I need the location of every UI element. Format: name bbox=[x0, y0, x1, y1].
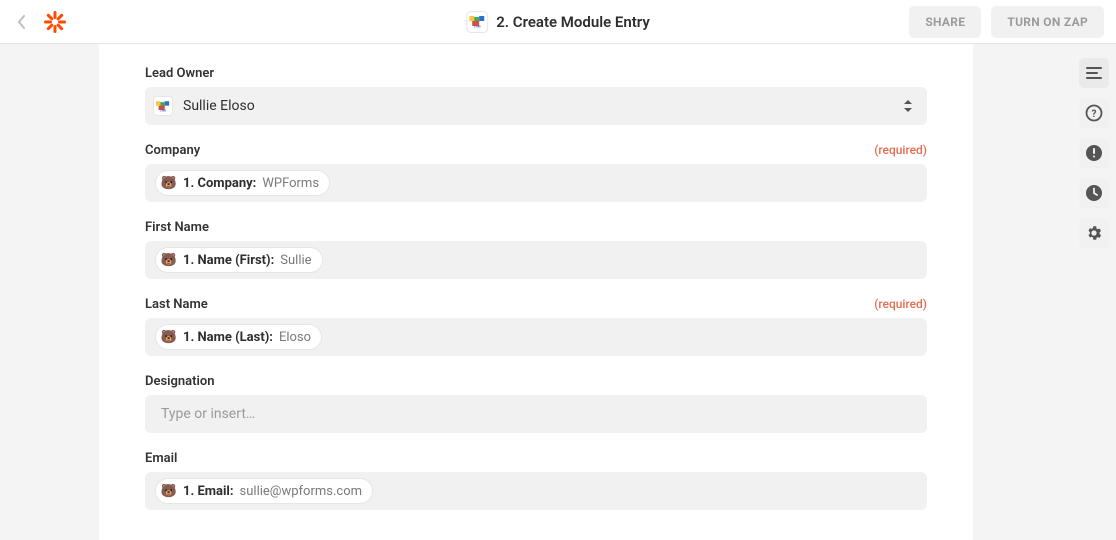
first-name-input[interactable]: 🐻 1. Name (First): Sullie bbox=[145, 241, 927, 279]
field-email: Email 🐻 1. Email: sullie@wpforms.com bbox=[145, 451, 927, 510]
turn-on-zap-label: TURN ON ZAP bbox=[1007, 15, 1088, 29]
field-lead-owner: Lead Owner CRM Sullie Eloso bbox=[145, 66, 927, 125]
rail-alerts-button[interactable] bbox=[1079, 138, 1109, 168]
chevron-left-icon bbox=[17, 15, 27, 29]
last-name-input[interactable]: 🐻 1. Name (Last): Eloso bbox=[145, 318, 927, 356]
field-token[interactable]: 🐻 1. Email: sullie@wpforms.com bbox=[155, 478, 373, 504]
field-first-name: First Name 🐻 1. Name (First): Sullie bbox=[145, 220, 927, 279]
field-label: Lead Owner bbox=[145, 66, 214, 81]
token-value: sullie@wpforms.com bbox=[240, 484, 363, 499]
wpforms-source-icon: 🐻 bbox=[161, 175, 177, 191]
token-value: Eloso bbox=[279, 330, 311, 345]
wpforms-source-icon: 🐻 bbox=[161, 329, 177, 345]
svg-text:?: ? bbox=[1092, 109, 1097, 120]
token-label: 1. Name (First): bbox=[183, 253, 274, 268]
designation-input[interactable]: Type or insert… bbox=[145, 395, 927, 433]
token-label: 1. Name (Last): bbox=[183, 330, 273, 345]
lead-owner-select[interactable]: CRM Sullie Eloso bbox=[145, 87, 927, 125]
required-badge: (required) bbox=[874, 143, 927, 157]
help-icon: ? bbox=[1085, 104, 1103, 122]
sort-icon bbox=[903, 99, 913, 113]
rail-help-button[interactable]: ? bbox=[1079, 98, 1109, 128]
svg-text:CRM: CRM bbox=[160, 108, 166, 112]
svg-text:CRM: CRM bbox=[474, 24, 481, 28]
token-label: 1. Email: bbox=[183, 484, 234, 499]
wpforms-source-icon: 🐻 bbox=[161, 483, 177, 499]
turn-on-zap-button[interactable]: TURN ON ZAP bbox=[991, 6, 1104, 38]
field-token[interactable]: 🐻 1. Company: WPForms bbox=[155, 170, 330, 196]
step-title-text: 2. Create Module Entry bbox=[496, 13, 650, 31]
designation-placeholder: Type or insert… bbox=[155, 406, 255, 422]
gear-icon bbox=[1085, 224, 1103, 242]
zoho-app-icon: CRM bbox=[153, 96, 173, 116]
rail-outline-button[interactable] bbox=[1079, 58, 1109, 88]
right-rail: ? bbox=[1072, 44, 1116, 540]
field-token[interactable]: 🐻 1. Name (First): Sullie bbox=[155, 247, 323, 273]
workspace: Lead Owner CRM Sullie Eloso bbox=[0, 44, 1116, 540]
top-bar: CRM 2. Create Module Entry SHARE TURN ON… bbox=[0, 0, 1116, 44]
zoho-app-icon: CRM bbox=[466, 11, 488, 33]
rail-settings-button[interactable] bbox=[1079, 218, 1109, 248]
step-title[interactable]: CRM 2. Create Module Entry bbox=[466, 11, 650, 33]
field-last-name: Last Name (required) 🐻 1. Name (Last): E… bbox=[145, 297, 927, 356]
field-label: Designation bbox=[145, 374, 215, 389]
company-input[interactable]: 🐻 1. Company: WPForms bbox=[145, 164, 927, 202]
clock-icon bbox=[1085, 184, 1103, 202]
token-value: WPForms bbox=[262, 176, 319, 191]
share-button[interactable]: SHARE bbox=[909, 6, 981, 38]
list-icon bbox=[1086, 66, 1102, 80]
field-designation: Designation Type or insert… bbox=[145, 374, 927, 433]
email-input[interactable]: 🐻 1. Email: sullie@wpforms.com bbox=[145, 472, 927, 510]
rail-history-button[interactable] bbox=[1079, 178, 1109, 208]
field-label: Last Name bbox=[145, 297, 208, 312]
field-label: Email bbox=[145, 451, 177, 466]
lead-owner-value: Sullie Eloso bbox=[183, 98, 255, 114]
step-card: Lead Owner CRM Sullie Eloso bbox=[99, 44, 973, 540]
field-label: First Name bbox=[145, 220, 209, 235]
zapier-logo[interactable] bbox=[42, 9, 68, 35]
required-badge: (required) bbox=[874, 297, 927, 311]
share-button-label: SHARE bbox=[925, 15, 965, 29]
alert-icon bbox=[1085, 144, 1103, 162]
field-label: Company bbox=[145, 143, 200, 158]
token-label: 1. Company: bbox=[183, 176, 256, 191]
field-token[interactable]: 🐻 1. Name (Last): Eloso bbox=[155, 324, 322, 350]
back-button[interactable] bbox=[12, 12, 32, 32]
wpforms-source-icon: 🐻 bbox=[161, 252, 177, 268]
zapier-logo-icon bbox=[43, 10, 67, 34]
token-value: Sullie bbox=[280, 253, 311, 268]
field-company: Company (required) 🐻 1. Company: WPForms bbox=[145, 143, 927, 202]
